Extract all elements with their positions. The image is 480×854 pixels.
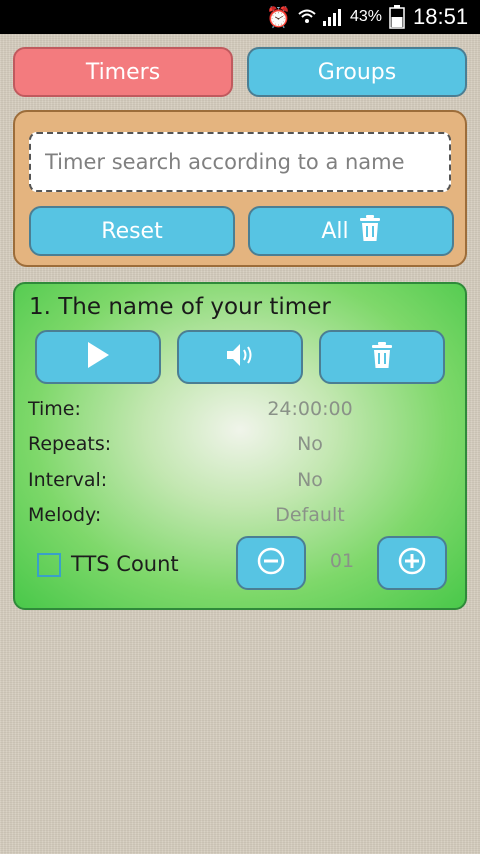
wifi-icon — [297, 0, 317, 34]
decrement-button[interactable] — [236, 536, 306, 590]
tab-timers[interactable]: Timers — [13, 47, 233, 97]
trash-icon — [371, 341, 393, 373]
plus-circle-icon — [397, 546, 427, 580]
tab-groups[interactable]: Groups — [247, 47, 467, 97]
search-input[interactable] — [29, 132, 451, 192]
melody-label: Melody: — [28, 504, 102, 526]
tab-timers-label: Timers — [85, 59, 161, 85]
count-value: 01 — [329, 550, 355, 572]
sound-button[interactable] — [177, 330, 303, 384]
interval-label: Interval: — [28, 469, 108, 491]
repeats-value: No — [297, 433, 323, 455]
tts-checkbox[interactable] — [37, 553, 61, 577]
status-time: 18:51 — [413, 4, 469, 29]
timer-title: 1. The name of your timer — [29, 294, 331, 320]
reset-button-label: Reset — [101, 218, 163, 244]
signal-icon — [322, 0, 344, 34]
delete-timer-button[interactable] — [319, 330, 445, 384]
increment-button[interactable] — [377, 536, 447, 590]
delete-all-label: All — [321, 218, 349, 244]
interval-value: No — [297, 469, 323, 491]
melody-value: Default — [275, 504, 345, 526]
battery-percent: 43% — [350, 8, 383, 25]
tts-label: TTS Count — [71, 552, 179, 576]
alarm-icon: ⏰ — [266, 6, 291, 29]
play-icon — [85, 340, 111, 374]
timer-card: 1. The name of your timer Time: 24:00:00… — [13, 282, 467, 610]
repeats-label: Repeats: — [28, 433, 112, 455]
trash-icon — [359, 214, 381, 248]
speaker-icon — [225, 341, 255, 373]
battery-icon — [389, 0, 405, 34]
delete-all-button[interactable]: All — [248, 206, 454, 256]
tab-groups-label: Groups — [317, 59, 397, 85]
play-button[interactable] — [35, 330, 161, 384]
search-panel: Reset All — [13, 110, 467, 267]
reset-button[interactable]: Reset — [29, 206, 235, 256]
time-value: 24:00:00 — [267, 398, 353, 420]
minus-circle-icon — [256, 546, 286, 580]
time-label: Time: — [28, 398, 81, 420]
status-bar: ⏰ 43% 18:51 — [0, 0, 480, 34]
